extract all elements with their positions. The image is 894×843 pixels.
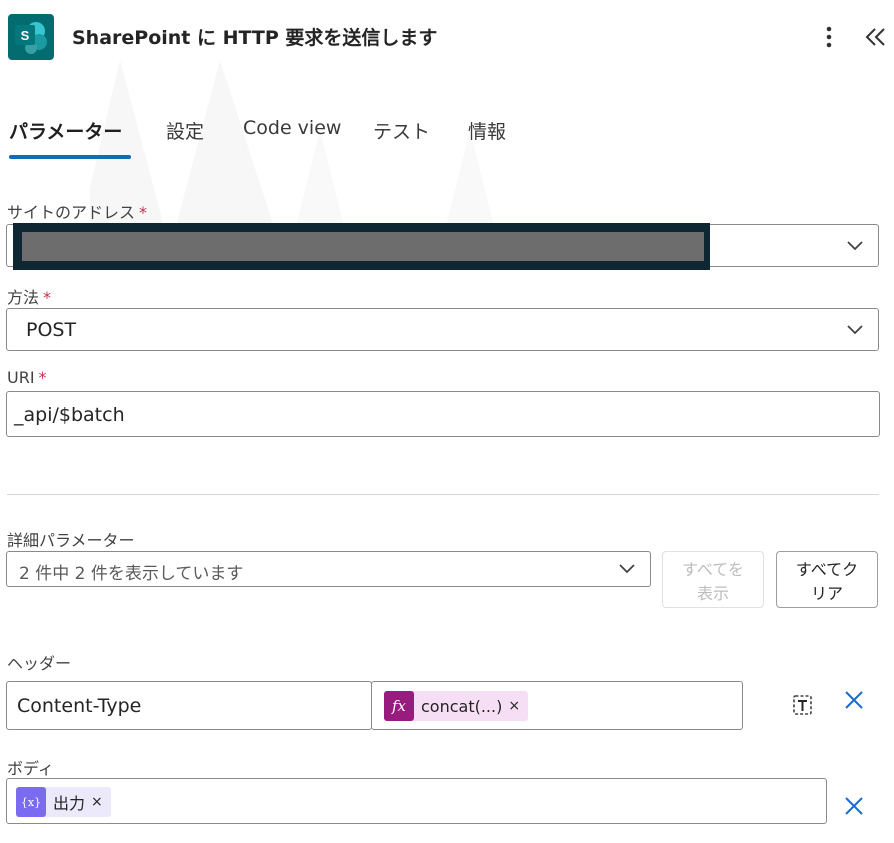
required-marker: *	[139, 203, 148, 222]
uri-input[interactable]: _api/$batch	[6, 391, 880, 437]
method-label-text: 方法	[7, 288, 40, 307]
site-address-label: サイトのアドレス *	[7, 199, 147, 223]
active-tab-indicator	[9, 155, 131, 159]
tab-parameters[interactable]: パラメーター	[9, 117, 122, 144]
more-options-icon[interactable]	[818, 24, 840, 50]
required-marker: *	[43, 288, 52, 307]
body-input[interactable]: {x} 出力 ×	[6, 778, 827, 824]
redacted-site-address	[13, 223, 710, 270]
required-marker: *	[38, 368, 47, 387]
header-value-input[interactable]: fx concat(...) ×	[371, 681, 743, 730]
uri-label-text: URI	[7, 368, 35, 387]
clear-all-line2: リア	[810, 584, 843, 603]
show-all-button[interactable]: すべてを 表示	[662, 551, 764, 608]
variable-token-text: 出力	[53, 794, 86, 813]
advanced-parameters-label: 詳細パラメーター	[7, 531, 135, 550]
tab-test[interactable]: テスト	[373, 117, 430, 144]
text-mode-icon[interactable]	[790, 690, 816, 718]
chevron-down-icon[interactable]	[618, 563, 636, 575]
header-key-value: Content-Type	[17, 695, 142, 717]
advanced-parameters-dropdown[interactable]: 2 件中 2 件を表示しています	[6, 551, 651, 587]
clear-all-line1: すべてク	[795, 560, 859, 579]
tab-code-view[interactable]: Code view	[243, 117, 341, 139]
uri-label: URI *	[7, 368, 47, 387]
redacted-value	[22, 232, 704, 261]
method-value: POST	[26, 319, 77, 341]
function-icon: fx	[384, 691, 414, 721]
method-dropdown[interactable]: POST	[6, 308, 879, 351]
clear-all-button[interactable]: すべてク リア	[776, 551, 878, 608]
background-watermark-icon	[90, 60, 495, 230]
advanced-parameters-value: 2 件中 2 件を表示しています	[19, 564, 244, 584]
headers-label: ヘッダー	[7, 654, 72, 673]
sharepoint-icon-letter: S	[21, 28, 30, 43]
delete-header-icon[interactable]	[843, 689, 865, 711]
delete-body-icon[interactable]	[843, 795, 865, 817]
section-divider	[7, 494, 879, 495]
show-all-line2: 表示	[696, 584, 729, 603]
remove-token-icon[interactable]: ×	[91, 794, 103, 810]
chevron-down-icon[interactable]	[846, 240, 864, 252]
sharepoint-icon: S	[8, 14, 54, 60]
method-label: 方法 *	[7, 284, 51, 308]
header-key-input[interactable]: Content-Type	[6, 681, 372, 730]
body-label: ボディ	[7, 759, 54, 778]
site-address-label-text: サイトのアドレス	[7, 203, 136, 222]
variable-icon: {x}	[16, 787, 46, 817]
variable-token[interactable]: {x} 出力 ×	[16, 787, 111, 817]
expression-token[interactable]: fx concat(...) ×	[384, 691, 529, 721]
remove-token-icon[interactable]: ×	[508, 698, 520, 714]
show-all-line1: すべてを	[682, 560, 744, 579]
card-title: SharePoint に HTTP 要求を送信します	[72, 27, 438, 49]
chevron-down-icon[interactable]	[846, 324, 864, 336]
tab-settings[interactable]: 設定	[166, 117, 204, 144]
uri-value: _api/$batch	[14, 404, 125, 426]
collapse-panel-icon[interactable]	[862, 24, 890, 50]
expression-token-text: concat(...)	[421, 696, 503, 716]
tab-about[interactable]: 情報	[468, 117, 506, 144]
